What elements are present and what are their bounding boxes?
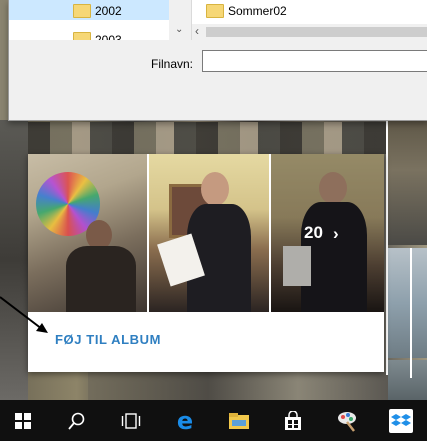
grid-gutter [386,120,388,375]
chevron-right-icon: › [333,224,339,243]
add-to-album-link[interactable]: FØJ TIL ALBUM [55,332,161,347]
file-list-item[interactable]: Sommer02 [228,4,287,18]
grid-gutter [410,248,412,378]
folder-label: 2002 [95,4,122,18]
photo-thumbnail[interactable] [88,372,388,400]
filename-input[interactable] [202,50,427,72]
photo-thumbnail[interactable] [388,120,427,245]
edge-icon[interactable]: e [162,400,208,441]
photo-thumbnail[interactable] [0,120,28,400]
folder-icon [206,4,224,18]
save-file-dialog: 2002 2003 ⌄ Sommer02 ‹ Filnavn: [8,0,427,121]
folder-icon [73,32,91,40]
photo-thumbnail[interactable] [388,248,427,358]
person-head [201,172,229,206]
album-card: 20 › FØJ TIL ALBUM [28,154,384,372]
store-icon[interactable] [270,400,316,441]
task-view-icon[interactable] [108,400,154,441]
chevron-down-icon[interactable]: ⌄ [175,24,183,35]
scrollbar-thumb[interactable] [206,27,427,37]
search-icon[interactable] [54,400,100,441]
folder-tree-item[interactable]: 2003 [9,20,191,40]
folder-tree: 2002 2003 ⌄ [9,0,192,40]
taskbar: e [0,400,427,441]
file-explorer-icon[interactable] [216,400,262,441]
file-list-horizontal-scrollbar[interactable]: ‹ [192,24,427,40]
folder-tree-item[interactable]: 2002 [9,0,191,20]
chevron-left-icon[interactable]: ‹ [195,24,199,38]
filename-label: Filnavn: [151,57,194,71]
file-list: Sommer02 [192,0,427,24]
album-photo-3[interactable]: 20 › [271,154,384,312]
tree-scrollbar[interactable]: ⌄ [169,0,191,40]
start-icon[interactable] [0,400,46,441]
photo-thumbnail[interactable] [388,360,427,400]
album-photo-1[interactable] [28,154,147,312]
folder-icon [73,4,91,18]
more-photos-count: 20 [304,223,323,242]
photo-row-thumbnails[interactable] [28,122,388,154]
album-photo-2[interactable] [149,154,269,312]
annotation-arrow-icon [0,296,48,333]
paint-icon[interactable] [324,400,370,441]
more-photos-overlay[interactable]: 20 › [271,154,384,312]
folder-label: 2003 [95,33,122,40]
person-body [66,246,136,312]
dropbox-icon[interactable] [378,400,424,441]
